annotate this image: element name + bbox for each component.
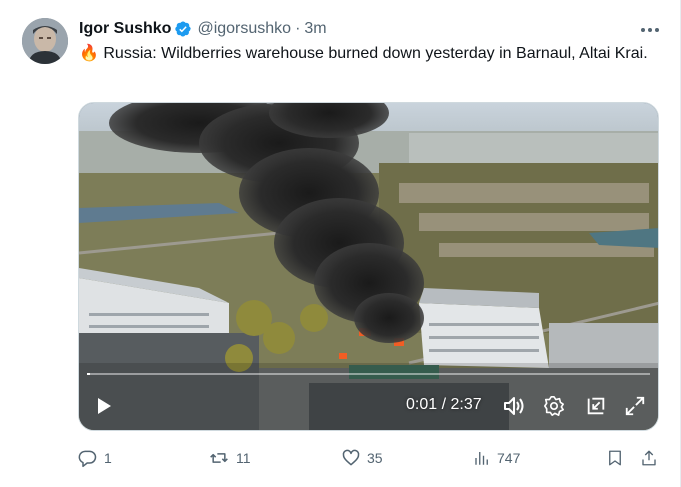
fullscreen-button[interactable] bbox=[622, 393, 648, 419]
reply-icon bbox=[78, 450, 97, 468]
video-frame bbox=[79, 103, 658, 430]
fullscreen-icon bbox=[625, 396, 645, 416]
tweet-body: Russia: Wildberries warehouse burned dow… bbox=[103, 45, 648, 62]
bookmark-icon bbox=[609, 450, 621, 466]
share-button[interactable] bbox=[640, 446, 658, 470]
like-count: 35 bbox=[367, 450, 383, 466]
repost-button[interactable]: 11 bbox=[208, 446, 251, 470]
views-button[interactable]: 747 bbox=[473, 446, 520, 470]
share-icon bbox=[642, 450, 656, 466]
volume-button[interactable] bbox=[501, 393, 527, 419]
fire-emoji-icon: 🔥 bbox=[79, 45, 99, 62]
repost-count: 11 bbox=[236, 450, 251, 466]
volume-icon bbox=[504, 397, 524, 415]
views-chart-icon bbox=[475, 452, 488, 465]
like-button[interactable]: 35 bbox=[341, 446, 383, 470]
heart-icon bbox=[342, 449, 360, 466]
separator-dot: · bbox=[295, 20, 301, 37]
picture-in-picture-icon bbox=[587, 397, 605, 415]
tweet-card[interactable]: Igor Sushko @igorsushko · 3m 🔥 Russia: W… bbox=[0, 0, 681, 487]
tweet-text: 🔥 Russia: Wildberries warehouse burned d… bbox=[79, 43, 664, 65]
gear-icon bbox=[544, 396, 564, 416]
timestamp[interactable]: 3m bbox=[304, 20, 326, 38]
verified-badge-icon bbox=[174, 20, 192, 38]
video-progress-fill bbox=[87, 373, 91, 375]
reply-button[interactable]: 1 bbox=[78, 446, 112, 470]
more-options-icon[interactable] bbox=[638, 20, 662, 40]
reply-count: 1 bbox=[104, 450, 112, 466]
tweet-header: Igor Sushko @igorsushko · 3m bbox=[79, 18, 327, 40]
avatar[interactable] bbox=[22, 18, 68, 64]
bookmark-button[interactable] bbox=[606, 446, 624, 470]
author-handle[interactable]: @igorsushko bbox=[197, 20, 291, 38]
avatar-image bbox=[22, 18, 68, 64]
play-icon bbox=[98, 398, 111, 414]
pip-button[interactable] bbox=[583, 393, 609, 419]
repost-icon bbox=[210, 453, 228, 463]
video-player[interactable]: 0:01 / 2:37 bbox=[78, 102, 659, 431]
video-timecode: 0:01 / 2:37 bbox=[406, 396, 482, 413]
tweet-actions: 1 11 35 747 bbox=[78, 446, 663, 470]
play-button[interactable] bbox=[91, 393, 117, 419]
video-progress-bar[interactable] bbox=[87, 373, 650, 375]
views-count: 747 bbox=[497, 450, 521, 466]
author-name[interactable]: Igor Sushko bbox=[79, 20, 171, 38]
settings-button[interactable] bbox=[541, 393, 567, 419]
